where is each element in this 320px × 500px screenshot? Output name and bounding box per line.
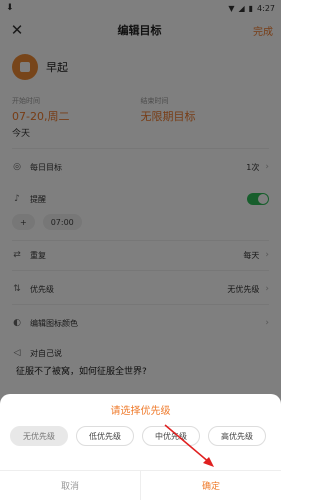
priority-option-low[interactable]: 低优先级 — [76, 426, 134, 446]
sheet-buttons: 取消 确定 — [0, 470, 281, 500]
cancel-button[interactable]: 取消 — [0, 471, 141, 500]
priority-option-none[interactable]: 无优先级 — [10, 426, 68, 446]
sheet-title: 请选择优先级 — [110, 406, 171, 417]
priority-options: 无优先级 低优先级 中优先级 高优先级 — [10, 426, 266, 446]
priority-sheet: 请选择优先级 无优先级 低优先级 中优先级 高优先级 取消 确定 — [0, 394, 281, 500]
priority-option-medium[interactable]: 中优先级 — [142, 426, 200, 446]
priority-option-high[interactable]: 高优先级 — [208, 426, 266, 446]
confirm-button[interactable]: 确定 — [141, 471, 281, 500]
